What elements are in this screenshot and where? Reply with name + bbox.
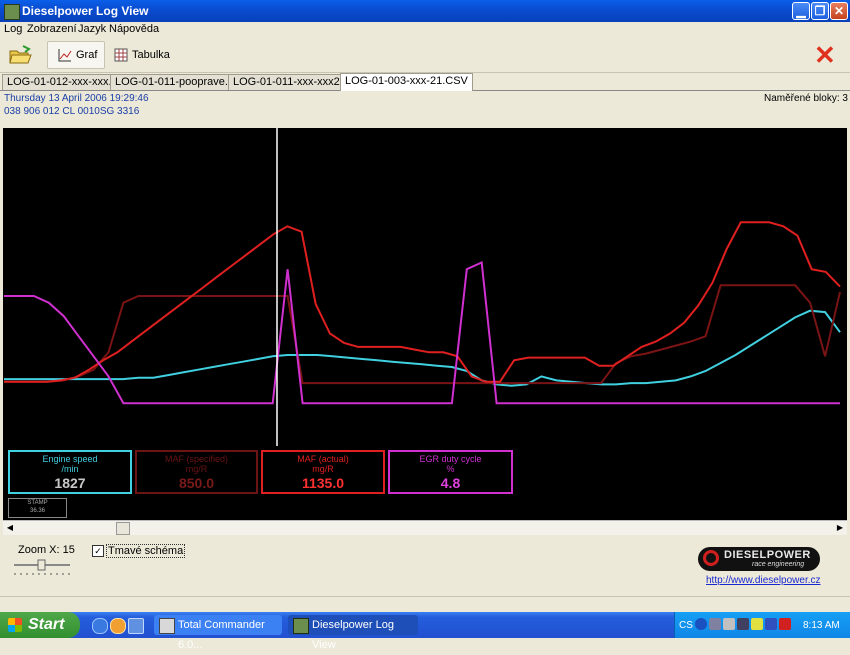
menu-help[interactable]: Nápověda bbox=[109, 23, 159, 35]
open-folder-icon bbox=[9, 45, 32, 64]
table-view-button[interactable]: Tabulka bbox=[110, 41, 174, 69]
antivirus-icon[interactable] bbox=[779, 618, 791, 630]
display-icon[interactable] bbox=[765, 618, 777, 630]
app-icon bbox=[4, 4, 20, 20]
gauge-name: EGR duty cycle bbox=[419, 454, 482, 464]
network-icon[interactable] bbox=[709, 618, 721, 630]
scroll-left-icon[interactable]: ◀ bbox=[3, 521, 17, 535]
measured-blocks: Naměřené bloky: 3 bbox=[764, 93, 848, 104]
log-date: Thursday 13 April 2006 19:29:46 bbox=[4, 93, 149, 104]
chart-icon bbox=[58, 49, 72, 62]
logo-brand: DIESELPOWER bbox=[724, 549, 811, 561]
gauge-maf-specified: MAF (specified) mg/R 850.0 bbox=[135, 450, 258, 494]
gauge-unit: % bbox=[446, 464, 455, 474]
gauge-name: MAF (actual) bbox=[297, 454, 349, 464]
printer-icon[interactable] bbox=[723, 618, 735, 630]
logo-swirl-icon bbox=[703, 550, 719, 566]
menu-language[interactable]: Jazyk bbox=[78, 23, 106, 35]
gauge-unit: mg/R bbox=[312, 464, 334, 474]
menu-view[interactable]: Zobrazení bbox=[27, 23, 77, 35]
stamp-box: STAMP 36.36 bbox=[8, 498, 67, 518]
scroll-right-icon[interactable]: ▶ bbox=[833, 521, 847, 535]
series-line-1 bbox=[4, 284, 841, 385]
monitor-icon[interactable] bbox=[737, 618, 749, 630]
website-link[interactable]: http://www.dieselpower.cz bbox=[706, 575, 821, 586]
dieselpower-logo: DIESELPOWER race engineering bbox=[698, 547, 820, 571]
back-arrow-icon[interactable] bbox=[695, 618, 707, 630]
table-icon bbox=[114, 48, 128, 62]
maximize-button[interactable]: ❐ bbox=[811, 2, 829, 20]
start-button[interactable]: Start bbox=[0, 612, 80, 638]
stamp-title: STAMP bbox=[27, 500, 48, 506]
menu-bar: Log Zobrazení Jazyk Nápověda bbox=[0, 22, 850, 38]
task-total-commander[interactable]: Total Commander 6.0... bbox=[154, 615, 282, 651]
task-label: Total Commander 6.0... bbox=[178, 619, 265, 651]
start-label: Start bbox=[28, 616, 65, 633]
stamp-value: 36.36 bbox=[29, 508, 45, 514]
dark-scheme-checkbox[interactable]: ✓ bbox=[92, 545, 104, 557]
windows-flag-icon bbox=[8, 618, 22, 632]
shield-icon[interactable] bbox=[751, 618, 763, 630]
gauge-value: 4.8 bbox=[440, 475, 461, 491]
file-tabs: LOG-01-012-xxx-xxx.CSV LOG-01-011-poopra… bbox=[0, 73, 850, 91]
zoom-slider[interactable] bbox=[12, 559, 72, 575]
dark-scheme-label[interactable]: Tmavé schéma bbox=[106, 544, 186, 558]
gauge-unit: /min bbox=[61, 464, 79, 474]
toolbar: Graf Tabulka bbox=[0, 38, 850, 73]
system-tray: CS 8:13 AM bbox=[674, 612, 850, 638]
window-title: Dieselpower Log View bbox=[22, 4, 149, 18]
scroll-thumb[interactable] bbox=[116, 522, 130, 535]
series-line-2 bbox=[4, 221, 841, 383]
table-view-label: Tabulka bbox=[132, 49, 170, 61]
dieselpower-task-icon bbox=[293, 618, 309, 634]
close-button[interactable]: ✕ bbox=[830, 2, 848, 20]
series-line-0 bbox=[4, 309, 841, 387]
ecu-identification: 038 906 012 CL 0010SG 3316 bbox=[4, 106, 140, 117]
task-dieselpower[interactable]: Dieselpower Log View bbox=[288, 615, 418, 651]
series-line-3 bbox=[4, 261, 840, 405]
zoom-label: Zoom X: 15 bbox=[18, 544, 75, 556]
gauge-egr-duty: EGR duty cycle % 4.8 bbox=[388, 450, 513, 494]
close-log-icon[interactable]: ✕ bbox=[814, 42, 836, 68]
menu-log[interactable]: Log bbox=[4, 23, 22, 35]
gauge-engine-speed: Engine speed /min 1827 bbox=[8, 450, 132, 494]
status-bar bbox=[0, 596, 850, 611]
gauge-name: Engine speed bbox=[42, 454, 98, 464]
gauge-value: 850.0 bbox=[178, 475, 215, 491]
task-label: Dieselpower Log View bbox=[312, 619, 394, 651]
title-bar[interactable]: Dieselpower Log View ▁ ❐ ✕ bbox=[0, 0, 850, 22]
graph-view-button[interactable]: Graf bbox=[47, 41, 105, 69]
gauge-maf-actual: MAF (actual) mg/R 1135.0 bbox=[261, 450, 385, 494]
minimize-button[interactable]: ▁ bbox=[792, 2, 810, 20]
open-folder-button[interactable] bbox=[8, 41, 32, 69]
gauge-unit: mg/R bbox=[185, 464, 208, 474]
horizontal-scrollbar[interactable]: ◀ ▶ bbox=[3, 520, 847, 535]
quicklaunch-ie-icon[interactable] bbox=[92, 618, 108, 634]
taskbar: Start Total Commander 6.0... Dieselpower… bbox=[0, 612, 850, 651]
total-commander-icon bbox=[159, 618, 175, 634]
clock: 8:13 AM bbox=[803, 620, 840, 631]
language-indicator[interactable]: CS bbox=[679, 620, 693, 631]
gauge-value: 1827 bbox=[54, 475, 86, 491]
gauge-name: MAF (specified) bbox=[164, 454, 228, 464]
graph-view-label: Graf bbox=[76, 49, 98, 61]
gauge-value: 1135.0 bbox=[301, 475, 345, 491]
tab-log-003[interactable]: LOG-01-003-xxx-21.CSV bbox=[340, 73, 473, 91]
quicklaunch-media-icon[interactable] bbox=[110, 618, 126, 634]
quicklaunch-desktop-icon[interactable] bbox=[128, 618, 144, 634]
logo-subline: race engineering bbox=[752, 561, 805, 568]
